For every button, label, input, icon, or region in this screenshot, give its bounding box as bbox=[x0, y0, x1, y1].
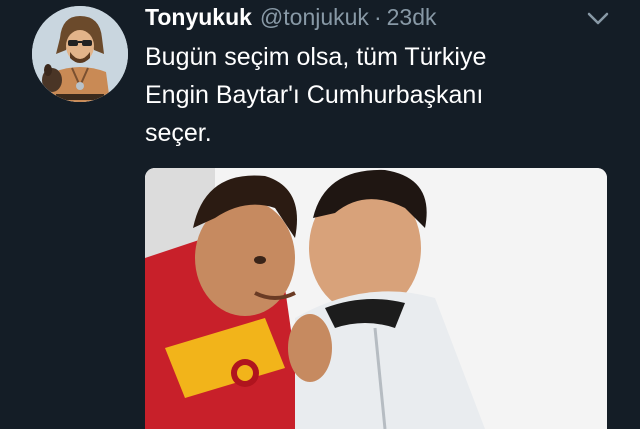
chevron-down-icon[interactable] bbox=[584, 8, 612, 30]
user-handle[interactable]: @tonjukuk bbox=[260, 4, 369, 31]
tweet-time[interactable]: 23dk bbox=[387, 4, 437, 31]
tweet-text-line: Bugün seçim olsa, tüm Türkiye bbox=[145, 43, 487, 71]
tweet-text: Bugün seçim olsa, tüm Türkiye Engin Bayt… bbox=[145, 38, 615, 152]
tweet: Tonyukuk @tonjukuk · 23dk Bugün seçim ol… bbox=[0, 0, 640, 429]
display-name[interactable]: Tonyukuk bbox=[145, 4, 252, 31]
avatar-illustration bbox=[32, 6, 128, 102]
tweet-text-line: Engin Baytar'ı Cumhurbaşkanı bbox=[145, 81, 484, 109]
tweet-text-line: seçer. bbox=[145, 119, 212, 147]
avatar[interactable] bbox=[32, 6, 128, 102]
tweet-media-photo[interactable] bbox=[145, 168, 607, 429]
photo-illustration bbox=[145, 168, 607, 429]
tweet-header: Tonyukuk @tonjukuk · 23dk bbox=[145, 4, 436, 34]
separator: · bbox=[373, 4, 382, 30]
